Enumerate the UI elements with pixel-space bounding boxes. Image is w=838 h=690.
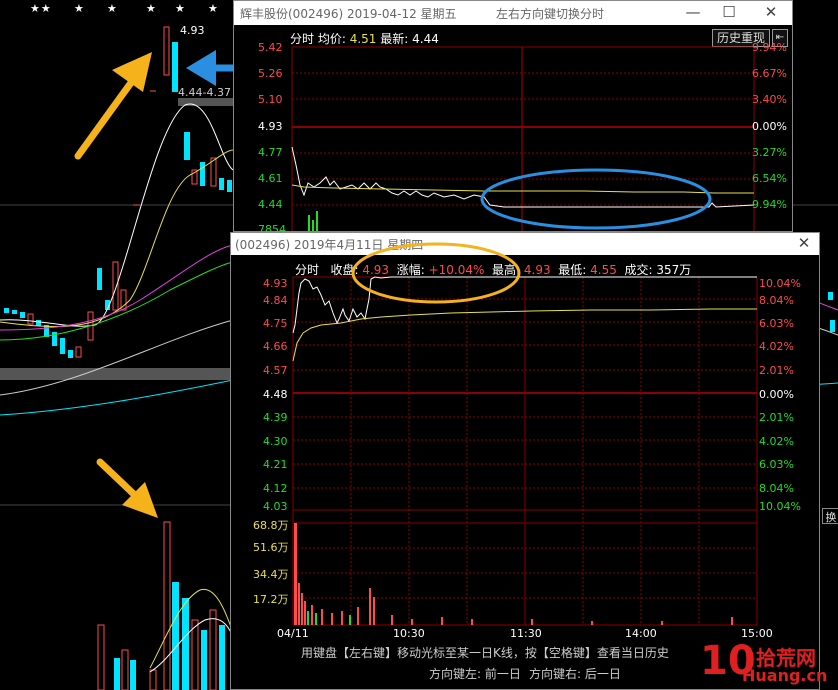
star-marker: ★: [175, 2, 185, 15]
orange-arrow-bottom: [96, 458, 158, 518]
w2-price-tick: 4.39: [263, 411, 288, 424]
watermark-logo: 10 拾荒网 Huang.cn: [700, 638, 828, 686]
w1-price-tick: 4.93: [258, 120, 283, 133]
w2-pct-tick: 8.04%: [759, 294, 794, 307]
arrow-left-hint: 方向键左: 前一日: [429, 667, 521, 681]
star-marker: ★: [74, 2, 84, 15]
side-switch-button[interactable]: 换: [822, 508, 838, 524]
w2-pct-tick: 2.01%: [759, 411, 794, 424]
w1-price-tick: 4.44: [258, 198, 283, 211]
intraday-window-0411: (002496) 2019年4月11日 星期四 ✕ 分时 收盘: 4.93 涨幅…: [230, 232, 820, 690]
window1-intraday-chart: [291, 46, 755, 231]
w2-price-tick: 4.66: [263, 340, 288, 353]
w2-price-tick: 4.93: [263, 277, 288, 290]
w2-price-tick: 4.57: [263, 364, 288, 377]
peak-price-label: 4.93: [180, 24, 205, 37]
maximize-icon[interactable]: ☐: [714, 3, 744, 21]
w2-volume-tick: 68.8万: [253, 519, 289, 532]
star-marker: ★: [208, 2, 218, 15]
star-marker: ★★: [30, 2, 52, 15]
w1-pct-tick: 9.94%: [752, 41, 787, 54]
orange-highlight-ellipse: [351, 242, 521, 304]
w2-price-tick: 4.03: [263, 500, 288, 513]
watermark-domain: Huang.cn: [742, 666, 828, 685]
window1-hint: 左右方向键切换分时: [496, 7, 605, 21]
right-partial-candles: [828, 292, 835, 332]
w1-price-tick: 5.26: [258, 67, 283, 80]
kline-candles: [4, 26, 232, 358]
w2-pct-tick: 2.01%: [759, 364, 794, 377]
w2-pct-tick: 6.03%: [759, 458, 794, 471]
w1-pct-tick: 3.27%: [752, 146, 787, 159]
w1-pct-tick: 6.54%: [752, 172, 787, 185]
w2-price-tick: 4.21: [263, 458, 288, 471]
w1-pct-tick: 3.40%: [752, 93, 787, 106]
separator-band: [0, 368, 233, 380]
window2-intraday-chart: [292, 242, 758, 626]
close-icon[interactable]: ✕: [756, 3, 786, 21]
w1-price-tick: 5.42: [258, 41, 283, 54]
w2-volume-tick: 34.4万: [253, 568, 289, 581]
orange-arrow-top: [74, 52, 152, 160]
w2-volume-tick: 51.6万: [253, 541, 289, 554]
w2-pct-tick: 4.02%: [759, 340, 794, 353]
window1-titlebar: 辉丰股份(002496) 2019-04-12 星期五 左右方向键切换分时 — …: [234, 1, 792, 25]
w2-time-tick: 11:30: [510, 627, 542, 640]
w1-price-tick: 4.77: [258, 146, 283, 159]
w2-pct-tick: 10.04%: [759, 277, 801, 290]
keyboard-hint: 用键盘【左右键】移动光标至某一日K线，按【空格键】查看当日历史: [301, 646, 669, 660]
background-volume-bars: [97, 521, 233, 690]
w1-pct-tick: 9.94%: [752, 198, 787, 211]
w2-pct-tick: 4.02%: [759, 435, 794, 448]
arrow-right-hint: 方向键右: 后一日: [529, 667, 621, 681]
star-marker: ★: [146, 2, 156, 15]
intraday-window-0412: 辉丰股份(002496) 2019-04-12 星期五 左右方向键切换分时 — …: [233, 0, 793, 236]
w2-time-tick: 04/11: [277, 627, 309, 640]
w2-pct-tick: 6.03%: [759, 317, 794, 330]
w2-price-tick: 4.30: [263, 435, 288, 448]
w2-time-tick: 14:00: [625, 627, 657, 640]
w2-pct-tick: 10.04%: [759, 500, 801, 513]
range-label: 4.44-4.37: [178, 86, 231, 99]
w1-price-tick: 4.61: [258, 172, 283, 185]
w2-price-tick: 4.75: [263, 317, 288, 330]
w2-pct-tick: 8.04%: [759, 482, 794, 495]
w1-price-tick: 5.10: [258, 93, 283, 106]
w2-volume-tick: 17.2万: [253, 593, 289, 606]
w2-price-tick: 4.84: [263, 294, 288, 307]
w2-time-tick: 10:30: [393, 627, 425, 640]
w2-price-tick: 4.48: [263, 388, 288, 401]
minimize-icon[interactable]: —: [678, 3, 708, 21]
window1-title: 辉丰股份(002496) 2019-04-12 星期五: [240, 7, 457, 21]
star-marker: ★: [107, 2, 117, 15]
w1-pct-tick: 6.67%: [752, 67, 787, 80]
w2-pct-tick: 0.00%: [759, 388, 794, 401]
w1-pct-tick: 0.00%: [752, 120, 787, 133]
w2-price-tick: 4.12: [263, 482, 288, 495]
